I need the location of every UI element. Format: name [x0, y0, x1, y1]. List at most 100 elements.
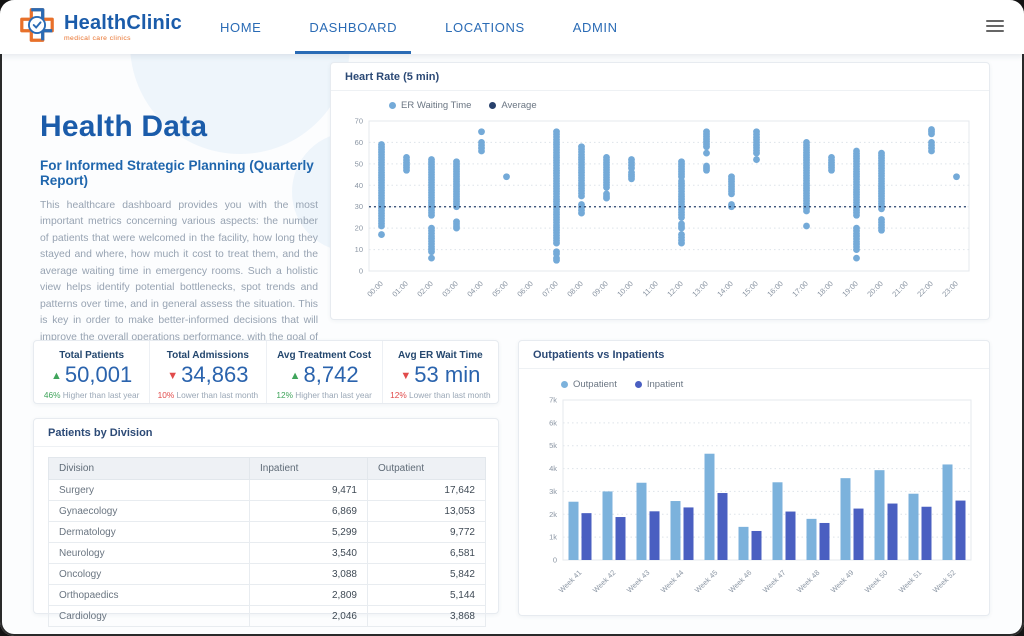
kpi-caption: 10% Lower than last month [150, 390, 265, 400]
kpi-caption: 12% Lower than last month [383, 390, 498, 400]
kpi-caption: 46% Higher than last year [34, 390, 149, 400]
nav-item-dashboard[interactable]: DASHBOARD [285, 0, 421, 54]
kpi-caption: 12% Higher than last year [267, 390, 382, 400]
brand-tagline: medical care clinics [64, 35, 182, 42]
svg-text:70: 70 [355, 117, 363, 126]
legend-item-er-waiting-time[interactable]: ER Waiting Time [389, 100, 471, 111]
app-window: HealthClinic medical care clinics HOME D… [0, 0, 1024, 636]
legend-dot-icon [561, 381, 568, 388]
svg-text:30: 30 [355, 202, 363, 211]
nav-item-locations[interactable]: LOCATIONS [421, 0, 549, 54]
svg-text:Week 42: Week 42 [591, 568, 618, 595]
up-arrow-icon: ▲ [51, 370, 62, 382]
kpi-card: Total Admissions▼34,86310% Lower than la… [150, 341, 266, 403]
heart-rate-panel-title: Heart Rate (5 min) [331, 63, 989, 91]
svg-text:50: 50 [355, 159, 363, 168]
table-row: Neurology3,5406,581 [49, 543, 486, 564]
table-row: Surgery9,47117,642 [49, 480, 486, 501]
svg-text:40: 40 [355, 181, 363, 190]
page-title: Health Data [40, 110, 318, 144]
svg-text:05:00: 05:00 [490, 279, 510, 299]
outpatients-inpatients-bar-chart[interactable]: 01k2k3k4k5k6k7kWeek 41Week 42Week 43Week… [533, 392, 979, 614]
main-nav: HOME DASHBOARD LOCATIONS ADMIN [196, 0, 642, 54]
svg-text:Week 43: Week 43 [625, 568, 652, 595]
svg-text:Week 49: Week 49 [829, 568, 856, 595]
svg-text:02:00: 02:00 [415, 279, 435, 299]
svg-text:0: 0 [553, 556, 557, 565]
legend-dot-icon [389, 102, 396, 109]
kpi-value: ▼53 min [383, 363, 498, 387]
svg-text:21:00: 21:00 [890, 279, 910, 299]
table-row: Cardiology2,0463,868 [49, 606, 486, 627]
up-arrow-icon: ▲ [290, 370, 301, 382]
svg-text:Week 41: Week 41 [557, 568, 584, 595]
kpi-row: Total Patients▲50,00146% Higher than las… [33, 340, 499, 404]
legend-dot-icon [489, 102, 496, 109]
svg-text:2k: 2k [549, 510, 557, 519]
bar-chart-legend: Outpatient Inpatient [561, 379, 989, 390]
svg-text:Week 45: Week 45 [693, 568, 720, 595]
down-arrow-icon: ▼ [167, 370, 178, 382]
svg-text:04:00: 04:00 [465, 279, 485, 299]
svg-text:60: 60 [355, 138, 363, 147]
legend-item-average[interactable]: Average [489, 100, 536, 111]
svg-text:15:00: 15:00 [740, 279, 760, 299]
division-table: Division Inpatient Outpatient Surgery9,4… [48, 457, 486, 627]
table-row: Gynaecology6,86913,053 [49, 501, 486, 522]
bar-panel-title: Outpatients vs Inpatients [519, 341, 989, 369]
svg-text:20: 20 [355, 224, 363, 233]
svg-text:5k: 5k [549, 441, 557, 450]
svg-text:22:00: 22:00 [915, 279, 935, 299]
nav-item-home[interactable]: HOME [196, 0, 285, 54]
table-row: Oncology3,0885,842 [49, 564, 486, 585]
svg-text:Week 52: Week 52 [931, 568, 958, 595]
division-table-header: Division Inpatient Outpatient [49, 458, 486, 480]
clinic-cross-icon [18, 6, 56, 49]
svg-text:0: 0 [359, 267, 363, 276]
svg-text:Week 48: Week 48 [795, 568, 822, 595]
heart-rate-panel: Heart Rate (5 min) ER Waiting Time Avera… [330, 62, 990, 320]
svg-text:1k: 1k [549, 533, 557, 542]
svg-text:17:00: 17:00 [790, 279, 810, 299]
svg-text:08:00: 08:00 [565, 279, 585, 299]
down-arrow-icon: ▼ [400, 370, 411, 382]
svg-text:00:00: 00:00 [365, 279, 385, 299]
svg-text:Week 46: Week 46 [727, 568, 754, 595]
svg-text:11:00: 11:00 [641, 279, 660, 298]
svg-text:03:00: 03:00 [440, 279, 460, 299]
svg-text:Week 50: Week 50 [863, 568, 890, 595]
page-subtitle: For Informed Strategic Planning (Quarter… [40, 158, 318, 188]
kpi-card: Avg Treatment Cost▲8,74212% Higher than … [267, 341, 383, 403]
svg-text:10: 10 [355, 245, 363, 254]
svg-text:20:00: 20:00 [865, 279, 885, 299]
intro-section: Health Data For Informed Strategic Plann… [40, 110, 318, 379]
table-row: Orthopaedics2,8095,144 [49, 585, 486, 606]
hamburger-menu-icon[interactable] [986, 20, 1004, 35]
nav-item-admin[interactable]: ADMIN [549, 0, 642, 54]
svg-text:Week 44: Week 44 [659, 568, 686, 595]
legend-item-outpatient[interactable]: Outpatient [561, 379, 617, 390]
outpatients-vs-inpatients-panel: Outpatients vs Inpatients Outpatient Inp… [518, 340, 990, 616]
division-table-title: Patients by Division [34, 419, 498, 447]
svg-text:10:00: 10:00 [615, 279, 635, 299]
svg-text:09:00: 09:00 [590, 279, 610, 299]
dashboard-content: Health Data For Informed Strategic Plann… [0, 54, 1024, 636]
svg-text:07:00: 07:00 [540, 279, 560, 299]
logo[interactable]: HealthClinic medical care clinics [18, 6, 182, 49]
heart-rate-legend: ER Waiting Time Average [389, 100, 989, 111]
svg-text:14:00: 14:00 [715, 279, 735, 299]
patients-by-division-panel: Patients by Division Division Inpatient … [33, 418, 499, 614]
kpi-card: Avg ER Wait Time▼53 min12% Lower than la… [383, 341, 498, 403]
logo-text: HealthClinic medical care clinics [64, 13, 182, 42]
svg-text:6k: 6k [549, 418, 557, 427]
column-header-outpatient: Outpatient [368, 458, 486, 480]
column-header-inpatient: Inpatient [250, 458, 368, 480]
kpi-value: ▲50,001 [34, 363, 149, 387]
kpi-value: ▲8,742 [267, 363, 382, 387]
heart-rate-scatter-chart[interactable]: 01020304050607000:0001:0002:0003:0004:00… [337, 113, 983, 315]
svg-text:13:00: 13:00 [690, 279, 710, 299]
table-row: Dermatology5,2999,772 [49, 522, 486, 543]
legend-item-inpatient[interactable]: Inpatient [635, 379, 683, 390]
top-navbar: HealthClinic medical care clinics HOME D… [0, 0, 1024, 54]
svg-text:Week 51: Week 51 [897, 568, 924, 595]
